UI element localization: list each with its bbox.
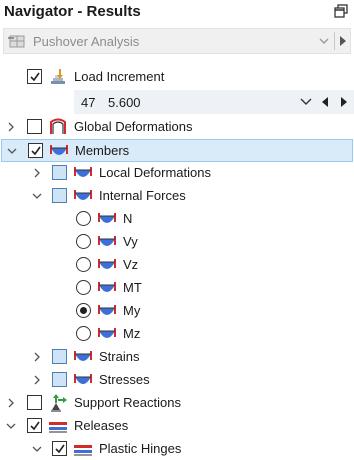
- load-increment-selector[interactable]: 47 5.600: [74, 90, 354, 114]
- analysis-type-select[interactable]: Pushover Analysis: [3, 28, 351, 54]
- tree-item-force-vz[interactable]: Vz: [0, 254, 354, 277]
- next-increment-icon[interactable]: [340, 97, 348, 107]
- releases-checkbox[interactable]: [27, 418, 42, 433]
- member-diagram-icon: [74, 167, 92, 177]
- force-mt-radio[interactable]: [76, 280, 91, 295]
- members-checkbox[interactable]: [28, 143, 43, 158]
- previous-increment-icon[interactable]: [321, 97, 329, 107]
- chevron-right-icon[interactable]: [31, 167, 43, 179]
- tree-item-force-mt[interactable]: MT: [0, 277, 354, 300]
- restore-window-icon[interactable]: [334, 4, 348, 18]
- plastic-hinges-label: Plastic Hinges: [99, 441, 182, 456]
- force-n-label: N: [123, 211, 133, 226]
- member-diagram-icon: [50, 145, 68, 155]
- force-vy-label: Vy: [123, 234, 138, 249]
- plastic-hinges-icon: [74, 445, 92, 456]
- force-mt-label: MT: [123, 280, 142, 295]
- load-increment-number: 47: [81, 95, 96, 110]
- chevron-right-icon[interactable]: [31, 374, 43, 386]
- chevron-down-icon[interactable]: [5, 420, 17, 432]
- global-deformations-checkbox[interactable]: [27, 119, 42, 134]
- tree-item-internal-forces[interactable]: Internal Forces: [0, 185, 354, 208]
- chevron-right-icon[interactable]: [31, 351, 43, 363]
- tree-item-members[interactable]: Members: [1, 139, 353, 162]
- internal-forces-label: Internal Forces: [99, 188, 186, 203]
- force-vz-label: Vz: [123, 257, 139, 272]
- member-diagram-icon: [74, 351, 92, 361]
- member-diagram-icon: [98, 305, 116, 315]
- member-diagram-icon: [98, 213, 116, 223]
- tree-item-plastic-hinges[interactable]: Plastic Hinges: [0, 438, 354, 460]
- local-deformations-label: Local Deformations: [99, 165, 211, 180]
- force-mz-radio[interactable]: [76, 326, 91, 341]
- tree-item-support-reactions[interactable]: Support Reactions: [0, 392, 354, 415]
- combo-divider: [334, 32, 335, 50]
- panel-title: Navigator - Results: [4, 3, 141, 20]
- member-diagram-icon: [98, 236, 116, 246]
- chevron-down-icon[interactable]: [300, 97, 312, 107]
- support-reactions-checkbox[interactable]: [27, 395, 42, 410]
- next-arrow-icon[interactable]: [338, 35, 348, 47]
- tree-item-stresses[interactable]: Stresses: [0, 369, 354, 392]
- chevron-down-icon[interactable]: [318, 35, 330, 47]
- tree-item-force-my[interactable]: My: [0, 300, 354, 323]
- releases-icon: [49, 422, 67, 433]
- member-diagram-icon: [74, 190, 92, 200]
- tree-item-force-n[interactable]: N: [0, 208, 354, 231]
- analysis-type-label: Pushover Analysis: [33, 34, 140, 49]
- support-reactions-label: Support Reactions: [74, 395, 181, 410]
- strains-label: Strains: [99, 349, 140, 364]
- force-n-radio[interactable]: [76, 211, 91, 226]
- support-reactions-icon: [51, 394, 67, 412]
- local-deformations-checkbox[interactable]: [52, 165, 67, 180]
- member-diagram-icon: [98, 282, 116, 292]
- force-vy-radio[interactable]: [76, 234, 91, 249]
- chevron-down-icon[interactable]: [6, 145, 18, 157]
- global-deformations-icon: [50, 118, 66, 134]
- pushover-analysis-icon: [8, 35, 25, 48]
- load-increment-icon: [51, 69, 65, 84]
- force-mz-label: Mz: [123, 326, 141, 341]
- chevron-right-icon[interactable]: [5, 121, 17, 133]
- plastic-hinges-checkbox[interactable]: [52, 441, 67, 456]
- chevron-down-icon[interactable]: [31, 443, 43, 455]
- load-increment-checkbox[interactable]: [27, 69, 42, 84]
- force-my-label: My: [123, 303, 141, 318]
- tree-item-global-deformations[interactable]: Global Deformations: [0, 116, 354, 139]
- internal-forces-checkbox[interactable]: [52, 188, 67, 203]
- stresses-label: Stresses: [99, 372, 150, 387]
- global-deformations-label: Global Deformations: [74, 119, 193, 134]
- chevron-right-icon[interactable]: [5, 397, 17, 409]
- load-increment-label: Load Increment: [74, 69, 165, 84]
- force-vz-radio[interactable]: [76, 257, 91, 272]
- panel-titlebar: Navigator - Results: [0, 0, 354, 24]
- tree-item-force-mz[interactable]: Mz: [0, 323, 354, 346]
- releases-label: Releases: [74, 418, 129, 433]
- radio-selected-dot: [80, 307, 87, 314]
- strains-checkbox[interactable]: [52, 349, 67, 364]
- force-my-radio[interactable]: [76, 303, 91, 318]
- member-diagram-icon: [74, 374, 92, 384]
- tree-item-force-vy[interactable]: Vy: [0, 231, 354, 254]
- tree-item-local-deformations[interactable]: Local Deformations: [0, 162, 354, 185]
- members-label: Members: [75, 143, 130, 158]
- member-diagram-icon: [98, 328, 116, 338]
- tree-item-releases[interactable]: Releases: [0, 415, 354, 438]
- member-diagram-icon: [98, 259, 116, 269]
- load-increment-value: 5.600: [108, 95, 141, 110]
- tree-item-load-increment[interactable]: Load Increment: [0, 66, 354, 89]
- tree-item-strains[interactable]: Strains: [0, 346, 354, 369]
- chevron-down-icon[interactable]: [31, 190, 43, 202]
- stresses-checkbox[interactable]: [52, 372, 67, 387]
